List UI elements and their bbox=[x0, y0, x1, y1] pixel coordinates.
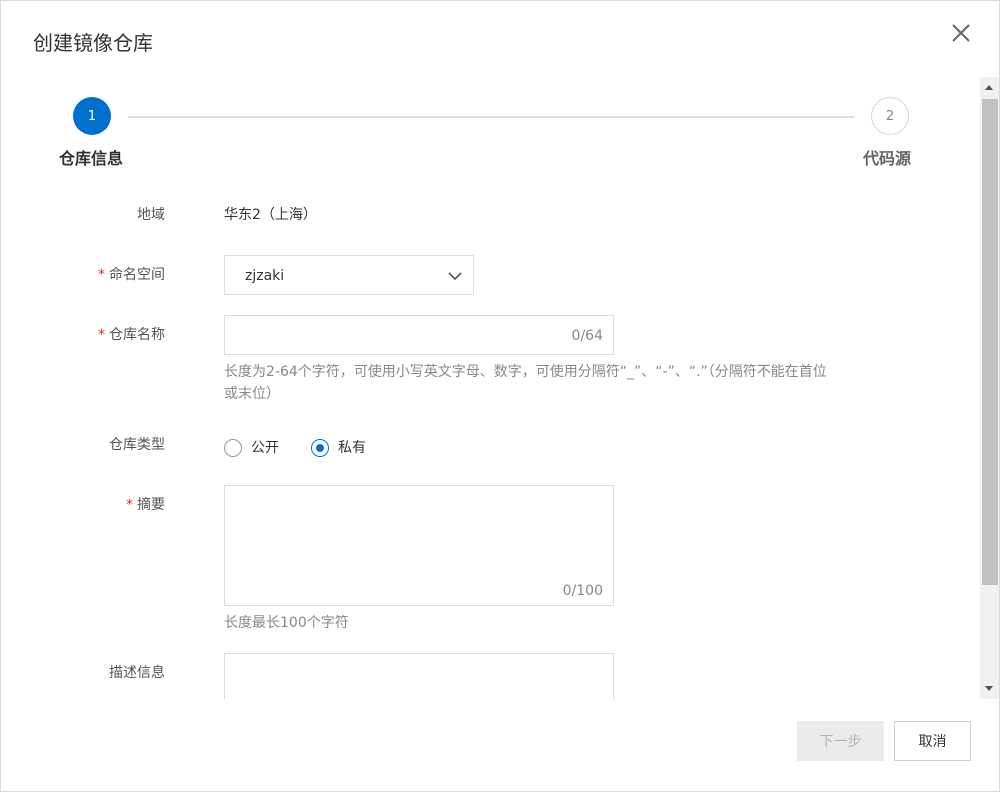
scrollbar-thumb[interactable] bbox=[982, 99, 998, 585]
summary-label: * 摘要 bbox=[126, 497, 165, 513]
cancel-button[interactable]: 取消 bbox=[894, 721, 971, 761]
summary-help: 长度最长100个字符 bbox=[224, 615, 349, 631]
repo-name-help-line-2: 或末位） bbox=[224, 386, 280, 402]
description-textarea[interactable] bbox=[224, 653, 614, 699]
close-button[interactable] bbox=[947, 19, 975, 47]
step-2-label: 代码源 bbox=[863, 149, 912, 168]
close-icon bbox=[952, 24, 970, 42]
repo-name-help-line-1: 长度为2-64个字符，可使用小写英文字母、数字，可使用分隔符“_”、“-”、“.… bbox=[224, 364, 827, 380]
required-mark: * bbox=[126, 497, 133, 513]
form-scroll-area[interactable]: 1 2 仓库信息 代码源 地域 华东2（上海） * 命名空间 zjzaki * 仓库… bbox=[1, 77, 979, 699]
repo-name-label: * 仓库名称 bbox=[98, 327, 165, 343]
namespace-select[interactable]: zjzaki bbox=[224, 255, 474, 295]
repo-name-input[interactable]: 0/64 bbox=[224, 315, 614, 355]
chevron-down-icon bbox=[448, 272, 462, 281]
summary-textarea[interactable]: 0/100 bbox=[224, 485, 614, 606]
namespace-selected-value: zjzaki bbox=[245, 268, 285, 284]
scroll-down-icon[interactable] bbox=[985, 686, 993, 691]
scrollbar[interactable] bbox=[980, 77, 999, 699]
create-repo-dialog: 创建镜像仓库 1 2 仓库信息 代码源 地域 华东2（上海） * 命名空间 zjz… bbox=[0, 0, 1000, 792]
step-1-label: 仓库信息 bbox=[59, 149, 124, 168]
repo-type-public-label[interactable]: 公开 bbox=[251, 438, 279, 458]
repo-type-private-radio[interactable] bbox=[311, 439, 329, 457]
dialog-title: 创建镜像仓库 bbox=[33, 31, 153, 55]
required-mark: * bbox=[98, 327, 105, 343]
region-label: 地域 bbox=[137, 207, 165, 223]
scroll-up-icon[interactable] bbox=[985, 85, 993, 90]
next-step-button[interactable]: 下一步 bbox=[797, 721, 884, 761]
step-1-indicator: 1 bbox=[73, 97, 111, 135]
summary-counter: 0/100 bbox=[562, 583, 603, 599]
repo-type-public-radio[interactable] bbox=[224, 439, 242, 457]
region-value: 华东2（上海） bbox=[224, 207, 317, 223]
repo-type-private-label[interactable]: 私有 bbox=[338, 438, 366, 458]
step-connector bbox=[128, 116, 854, 118]
description-label: 描述信息 bbox=[109, 665, 165, 681]
repo-type-label: 仓库类型 bbox=[109, 437, 165, 453]
step-2-indicator: 2 bbox=[871, 97, 909, 135]
required-mark: * bbox=[98, 267, 105, 283]
namespace-label: * 命名空间 bbox=[98, 267, 165, 283]
repo-name-counter: 0/64 bbox=[571, 328, 603, 344]
